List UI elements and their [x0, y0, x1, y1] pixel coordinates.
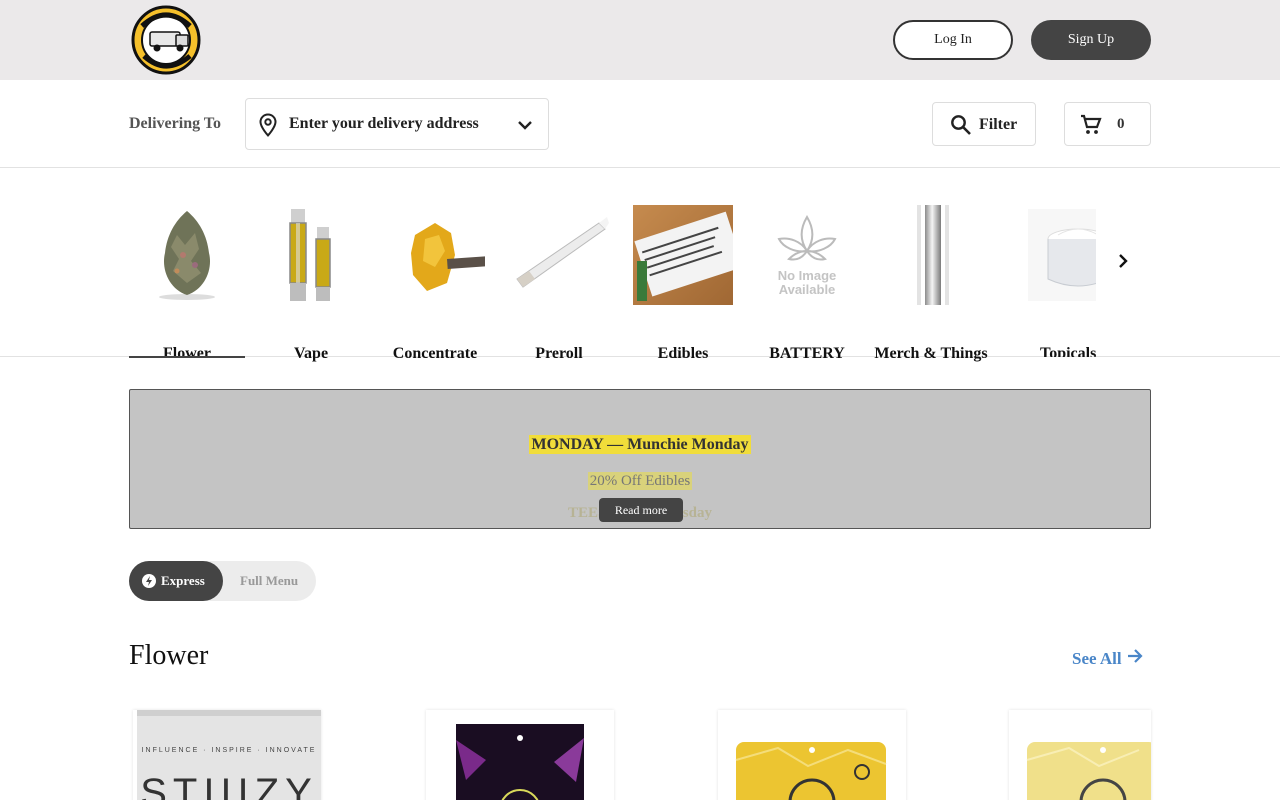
full-menu-toggle[interactable]: Full Menu — [240, 573, 298, 589]
svg-text:No Image: No Image — [778, 268, 837, 283]
flower-image — [137, 205, 237, 305]
no-image-placeholder: No Image Available — [757, 205, 857, 305]
category-label: Merch & Things — [874, 345, 988, 362]
product-name-text: STIIIZY — [140, 771, 318, 800]
product-image — [1009, 710, 1151, 800]
search-icon — [950, 114, 972, 141]
category-label: Vape — [293, 345, 329, 362]
category-flower[interactable]: Flower — [129, 205, 245, 362]
edibles-image — [633, 205, 744, 305]
delivery-bar: Delivering To Enter your delivery addres… — [0, 80, 1280, 168]
top-bar: Log In Sign Up — [0, 0, 1280, 80]
express-toggle[interactable]: Express — [129, 561, 223, 601]
delivery-address-placeholder: Enter your delivery address — [289, 115, 479, 132]
product-brand-text: INFLUENCE · INSPIRE · INNOVATE — [142, 747, 317, 754]
filter-label: Filter — [979, 116, 1018, 133]
promo-subtitle: 20% Off Edibles — [587, 472, 693, 490]
cart-count: 0 — [1117, 116, 1125, 132]
merch-image — [881, 205, 981, 305]
signup-button[interactable]: Sign Up — [1031, 20, 1151, 60]
category-label: Topicals — [1040, 345, 1096, 357]
topicals-image — [1018, 205, 1096, 305]
category-carousel: Flower Vape Concentrate Preroll Edibles … — [0, 168, 1280, 362]
product-image — [426, 710, 614, 800]
chevron-down-icon — [516, 116, 534, 139]
cart-button[interactable]: 0 — [1064, 102, 1151, 146]
read-more-button[interactable]: Read more — [599, 498, 683, 522]
category-battery[interactable]: No Image Available BATTERY — [749, 205, 865, 362]
product-card[interactable] — [426, 710, 614, 800]
category-edibles[interactable]: Edibles — [625, 205, 744, 362]
category-label: Flower — [163, 345, 211, 362]
express-label: Express — [161, 573, 205, 588]
category-merch[interactable]: Merch & Things — [873, 205, 989, 362]
location-pin-icon — [258, 113, 278, 142]
shopping-cart-icon — [1079, 113, 1103, 142]
product-card[interactable]: INFLUENCE · INSPIRE · INNOVATE STIIIZY — [133, 710, 321, 800]
category-concentrate[interactable]: Concentrate — [377, 205, 493, 362]
vape-cartridge-image — [261, 205, 361, 305]
category-label: BATTERY — [769, 345, 845, 362]
chevron-right-icon[interactable] — [1113, 251, 1133, 271]
elevate-delivery-logo[interactable] — [130, 4, 210, 76]
preroll-image — [509, 205, 609, 305]
concentrate-image — [385, 205, 488, 305]
filter-button[interactable]: Filter — [932, 102, 1036, 146]
delivery-address-selector[interactable]: Enter your delivery address — [245, 98, 549, 150]
category-vape[interactable]: Vape — [253, 205, 369, 362]
category-topicals[interactable]: Topicals — [1010, 205, 1096, 357]
category-label: Concentrate — [392, 345, 478, 362]
category-label: Edibles — [657, 345, 709, 362]
section-title: Flower — [129, 640, 209, 671]
category-label: Preroll — [535, 345, 583, 362]
delivering-to-label: Delivering To — [129, 115, 222, 132]
lightning-icon — [142, 574, 156, 592]
product-card[interactable] — [1009, 710, 1151, 800]
login-button[interactable]: Log In — [893, 20, 1013, 60]
svg-text:Available: Available — [779, 282, 836, 297]
see-all-link[interactable]: See All — [1072, 647, 1144, 670]
product-image — [718, 710, 906, 800]
product-card[interactable] — [718, 710, 906, 800]
category-preroll[interactable]: Preroll — [501, 205, 617, 362]
menu-mode-toggle: Express Full Menu — [129, 561, 316, 601]
product-image: INFLUENCE · INSPIRE · INNOVATE STIIIZY — [137, 710, 321, 800]
promo-title: MONDAY — Munchie Monday — [529, 435, 751, 454]
arrow-right-icon — [1126, 647, 1144, 670]
see-all-label: See All — [1072, 648, 1122, 668]
promo-banner: MONDAY — Munchie Monday 20% Off Edibles … — [129, 389, 1151, 529]
